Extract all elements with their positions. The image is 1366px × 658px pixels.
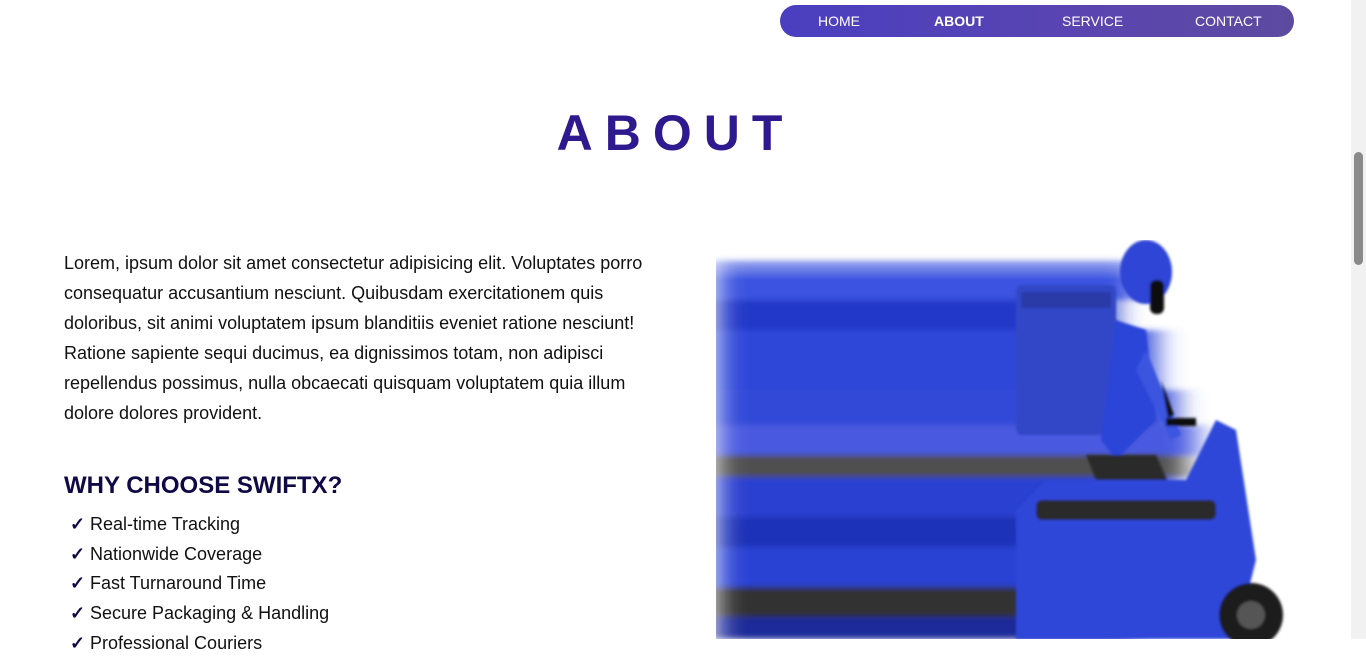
feature-list: ✓ Real-time Tracking ✓ Nationwide Coverage…: [70, 510, 329, 658]
nav-home[interactable]: HOME: [818, 5, 860, 37]
check-icon: ✓: [70, 603, 86, 624]
feature-label: Nationwide Coverage: [90, 543, 263, 564]
list-item: ✓ Real-time Tracking: [70, 510, 329, 540]
main-nav: HOME ABOUT SERVICE CONTACT: [780, 5, 1294, 37]
list-item: ✓ Professional Couriers: [70, 629, 329, 658]
nav-service[interactable]: SERVICE: [1062, 5, 1123, 37]
nav-about[interactable]: ABOUT: [934, 5, 984, 37]
page-scrollbar[interactable]: [1351, 0, 1366, 639]
check-icon: ✓: [70, 514, 86, 534]
list-item: ✓ Secure Packaging & Handling: [70, 599, 329, 629]
check-icon: ✓: [70, 632, 86, 653]
scrollbar-thumb[interactable]: [1354, 152, 1363, 265]
list-item: ✓ Nationwide Coverage: [70, 540, 329, 570]
feature-label: Real-time Tracking: [90, 514, 241, 534]
check-icon: ✓: [70, 543, 86, 564]
nav-contact[interactable]: CONTACT: [1195, 5, 1262, 37]
list-item: ✓ Fast Turnaround Time: [70, 569, 329, 599]
about-paragraph: Lorem, ipsum dolor sit amet consectetur …: [64, 253, 643, 423]
delivery-scooter-image: [716, 240, 1306, 639]
check-icon: ✓: [70, 573, 86, 594]
why-heading: WHY CHOOSE SWIFTX?: [64, 472, 343, 499]
feature-label: Secure Packaging & Handling: [90, 603, 330, 624]
feature-label: Professional Couriers: [90, 632, 263, 653]
page-title: ABOUT: [556, 105, 795, 161]
feature-label: Fast Turnaround Time: [90, 573, 267, 594]
